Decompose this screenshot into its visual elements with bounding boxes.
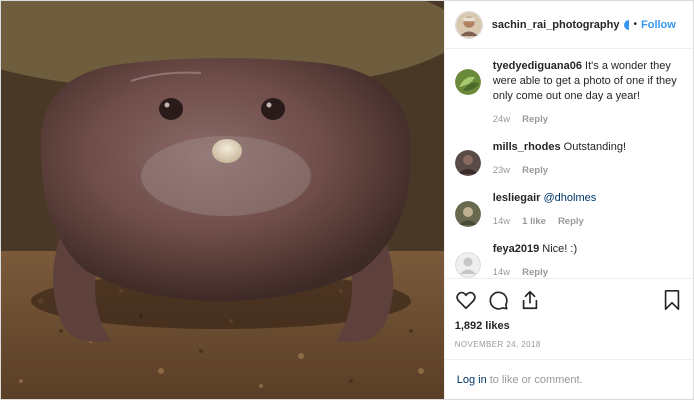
comment-time[interactable]: 14w: [493, 216, 510, 227]
share-icon[interactable]: [519, 289, 541, 311]
photo-avatar[interactable]: [454, 201, 481, 227]
action-bar: 1,892 likes NOVEMBER 24, 2018: [444, 278, 693, 359]
post-header: sachin_rai_photography • Follow: [444, 1, 693, 49]
comment-icon[interactable]: [487, 289, 509, 311]
frog-image: [1, 1, 444, 399]
comment-username[interactable]: mills_rhodes: [493, 141, 561, 153]
follow-button[interactable]: Follow: [641, 19, 676, 31]
likes-count[interactable]: 1,892 likes: [455, 320, 683, 332]
comment-username[interactable]: lesliegair: [493, 192, 541, 204]
comment-username[interactable]: feya2019: [493, 243, 540, 255]
comment-text: Nice! :): [542, 243, 578, 255]
bookmark-icon[interactable]: [661, 289, 683, 311]
default-avatar-icon[interactable]: [454, 252, 481, 278]
comments-list: tyedyediguana06 It's a wonder they were …: [445, 49, 693, 278]
reply-button[interactable]: Reply: [522, 267, 548, 278]
reply-button[interactable]: Reply: [558, 216, 584, 227]
comment-time[interactable]: 23w: [493, 165, 510, 176]
login-prompt: Log in to like or comment.: [444, 359, 693, 399]
reply-button[interactable]: Reply: [522, 165, 548, 176]
reply-button[interactable]: Reply: [522, 114, 548, 125]
comment-item: mills_rhodes Outstanding! 23w Reply: [454, 138, 683, 176]
comment-time[interactable]: 24w: [493, 114, 510, 125]
instagram-post: sachin_rai_photography • Follow tyedyedi…: [0, 0, 694, 400]
post-date[interactable]: NOVEMBER 24, 2018: [455, 340, 683, 349]
author-avatar[interactable]: [454, 10, 483, 39]
login-text: to like or comment.: [489, 373, 583, 386]
comment-item: lesliegair @dholmes 14w 1 like Reply: [454, 189, 683, 227]
separator-dot: •: [633, 19, 637, 30]
comment-username[interactable]: tyedyediguana06: [493, 60, 582, 72]
author-username[interactable]: sachin_rai_photography: [492, 19, 620, 31]
photo-avatar[interactable]: [454, 150, 481, 176]
comment-text: Outstanding!: [563, 141, 627, 153]
green-leaves-avatar[interactable]: [454, 69, 481, 95]
comment-item: tyedyediguana06 It's a wonder they were …: [454, 57, 683, 125]
post-side-panel: sachin_rai_photography • Follow tyedyedi…: [443, 1, 693, 399]
post-photo[interactable]: [1, 1, 444, 399]
verified-half-icon: [624, 19, 630, 30]
comment-mention[interactable]: @dholmes: [543, 192, 596, 204]
comment-likes[interactable]: 1 like: [522, 216, 546, 227]
login-link[interactable]: Log in: [457, 374, 487, 386]
heart-icon[interactable]: [455, 289, 477, 311]
comment-item: feya2019 Nice! :) 14w Reply: [454, 240, 683, 278]
comment-time[interactable]: 14w: [493, 267, 510, 278]
